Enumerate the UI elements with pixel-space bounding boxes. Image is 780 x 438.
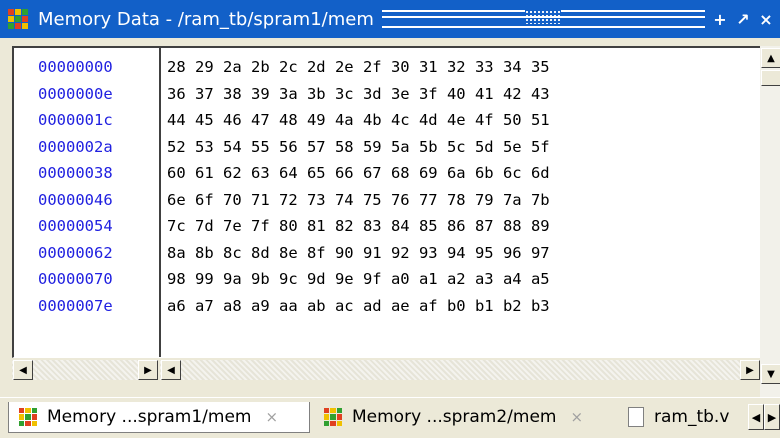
document-icon bbox=[628, 407, 644, 427]
title-bar[interactable]: Memory Data - /ram_tb/spram1/mem + ↗ × bbox=[0, 0, 780, 38]
maximize-button[interactable]: + bbox=[711, 10, 729, 29]
address-cell[interactable]: 00000046 bbox=[14, 187, 159, 214]
memory-data-row[interactable]: 60 61 62 63 64 65 66 67 68 69 6a 6b 6c 6… bbox=[161, 160, 762, 187]
memory-data-row[interactable]: 36 37 38 39 3a 3b 3c 3d 3e 3f 40 41 42 4… bbox=[161, 81, 762, 108]
data-scroll-right-button[interactable]: ▶ bbox=[740, 360, 760, 380]
vertical-scrollbar[interactable]: ▲ ▼ bbox=[760, 46, 780, 398]
tab-memory-spram2[interactable]: Memory ...spram2/mem × bbox=[314, 402, 612, 432]
tab-label: Memory ...spram1/mem bbox=[47, 407, 252, 427]
memory-data-row[interactable]: 52 53 54 55 56 57 58 59 5a 5b 5c 5d 5e 5… bbox=[161, 134, 762, 161]
address-cell[interactable]: 0000002a bbox=[14, 134, 159, 161]
tab-close-icon[interactable]: × bbox=[266, 408, 279, 426]
address-scroll-right-button[interactable]: ▶ bbox=[138, 360, 158, 380]
window-title: Memory Data - /ram_tb/spram1/mem bbox=[38, 8, 374, 30]
address-horizontal-scrollbar[interactable]: ◀ ▶ bbox=[12, 360, 158, 380]
memory-grid-icon bbox=[8, 9, 28, 29]
address-cell[interactable]: 0000001c bbox=[14, 107, 159, 134]
memory-data-row[interactable]: 7c 7d 7e 7f 80 81 82 83 84 85 86 87 88 8… bbox=[161, 213, 762, 240]
tab-close-icon[interactable]: × bbox=[571, 408, 584, 426]
address-cell[interactable]: 00000070 bbox=[14, 266, 159, 293]
address-scroll-left-button[interactable]: ◀ bbox=[13, 360, 33, 380]
data-horizontal-scrollbar[interactable]: ◀ ▶ bbox=[160, 360, 760, 380]
scroll-down-button[interactable]: ▼ bbox=[761, 364, 780, 384]
tab-strip: Memory ...spram1/mem × Memory ...spram2/… bbox=[0, 397, 780, 438]
tab-ram-tb-v[interactable]: ram_tb.v bbox=[618, 402, 746, 432]
tab-scroll-right-button[interactable]: ▶ bbox=[764, 404, 780, 430]
tab-label: ram_tb.v bbox=[654, 407, 730, 427]
data-column: 28 29 2a 2b 2c 2d 2e 2f 30 31 32 33 34 3… bbox=[161, 48, 762, 357]
address-cell[interactable]: 00000054 bbox=[14, 213, 159, 240]
address-cell[interactable]: 00000062 bbox=[14, 240, 159, 267]
address-cell[interactable]: 0000000e bbox=[14, 81, 159, 108]
title-bar-drag-lines bbox=[381, 10, 706, 28]
address-cell[interactable]: 00000000 bbox=[14, 54, 159, 81]
memory-data-row[interactable]: 8a 8b 8c 8d 8e 8f 90 91 92 93 94 95 96 9… bbox=[161, 240, 762, 267]
memory-grid-icon bbox=[19, 408, 37, 426]
tab-memory-spram1[interactable]: Memory ...spram1/mem × bbox=[8, 402, 310, 433]
memory-data-row[interactable]: 44 45 46 47 48 49 4a 4b 4c 4d 4e 4f 50 5… bbox=[161, 107, 762, 134]
address-column: 00000000 0000000e 0000001c 0000002a 0000… bbox=[14, 48, 161, 357]
scroll-up-button[interactable]: ▲ bbox=[761, 48, 780, 68]
tab-label: Memory ...spram2/mem bbox=[352, 407, 557, 427]
data-scroll-left-button[interactable]: ◀ bbox=[161, 360, 181, 380]
memory-data-row[interactable]: a6 a7 a8 a9 aa ab ac ad ae af b0 b1 b2 b… bbox=[161, 293, 762, 320]
memory-data-window: Memory Data - /ram_tb/spram1/mem + ↗ × 0… bbox=[0, 0, 780, 438]
memory-data-row[interactable]: 28 29 2a 2b 2c 2d 2e 2f 30 31 32 33 34 3… bbox=[161, 54, 762, 81]
memory-data-row[interactable]: 6e 6f 70 71 72 73 74 75 76 77 78 79 7a 7… bbox=[161, 187, 762, 214]
memory-data-row[interactable]: 98 99 9a 9b 9c 9d 9e 9f a0 a1 a2 a3 a4 a… bbox=[161, 266, 762, 293]
close-button[interactable]: × bbox=[757, 10, 775, 29]
vertical-scroll-thumb[interactable] bbox=[761, 70, 780, 86]
memory-grid-icon bbox=[324, 408, 342, 426]
memory-view: 00000000 0000000e 0000001c 0000002a 0000… bbox=[12, 46, 763, 358]
tab-scroll-arrows: ◀ ▶ bbox=[748, 402, 780, 432]
address-cell[interactable]: 0000007e bbox=[14, 293, 159, 320]
tab-scroll-left-button[interactable]: ◀ bbox=[748, 404, 764, 430]
address-cell[interactable]: 00000038 bbox=[14, 160, 159, 187]
grip-handle-icon[interactable] bbox=[525, 10, 562, 24]
restore-button[interactable]: ↗ bbox=[734, 10, 752, 29]
